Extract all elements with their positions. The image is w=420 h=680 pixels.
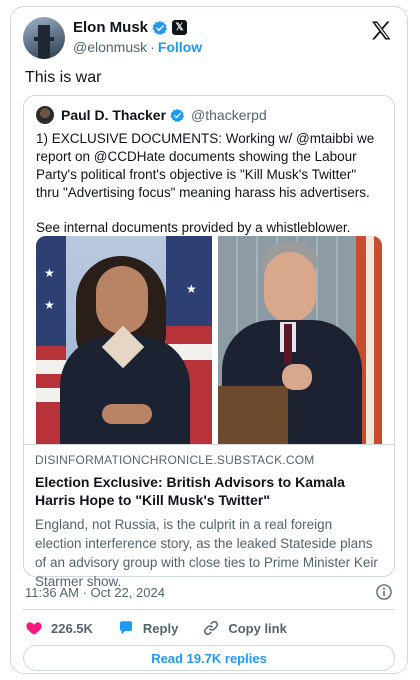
verified-badge-icon: [170, 108, 185, 122]
divider: [23, 609, 395, 610]
link-description: England, not Russia, is the culprit in a…: [35, 517, 378, 589]
tweet-card: Elon Musk 𝕏 @elonmusk · Follow This is war…: [10, 6, 408, 674]
author-name[interactable]: Elon Musk: [73, 19, 148, 36]
link-card-divider: [24, 444, 394, 445]
link-domain[interactable]: DISINFORMATIONCHRONICLE.SUBSTACK.COM: [35, 453, 314, 467]
link-chain-icon: [204, 620, 219, 636]
action-bar: 226.5K Reply Copy link: [25, 619, 311, 637]
quoted-author-handle[interactable]: @thackerpd: [191, 107, 267, 123]
author-avatar[interactable]: [23, 17, 65, 59]
reply-bubble-icon: [119, 621, 132, 635]
quoted-author-name[interactable]: Paul D. Thacker: [61, 107, 166, 123]
quoted-avatar[interactable]: [36, 106, 54, 124]
link-title[interactable]: Election Exclusive: British Advisors to …: [35, 473, 375, 509]
reply-label: Reply: [142, 620, 179, 636]
reply-button[interactable]: Reply: [117, 619, 178, 637]
author-handle[interactable]: @elonmusk: [73, 39, 147, 55]
link-preview-images[interactable]: ★ ★ ★: [36, 236, 382, 444]
photo-keir-starmer: [218, 236, 382, 444]
verified-badge-icon: [152, 20, 168, 35]
copy-link-button[interactable]: Copy link: [202, 619, 287, 637]
info-icon[interactable]: [375, 583, 393, 601]
author-handle-row: @elonmusk · Follow: [73, 39, 202, 55]
quoted-header: Paul D. Thacker @thackerpd: [36, 106, 267, 124]
photo-kamala-harris: ★ ★ ★: [36, 236, 212, 444]
like-button[interactable]: 226.5K: [25, 619, 93, 637]
like-count: 226.5K: [51, 620, 93, 636]
follow-button[interactable]: Follow: [158, 39, 202, 55]
quoted-paragraph-1: 1) EXCLUSIVE DOCUMENTS: Working w/ @mtai…: [36, 131, 375, 200]
avatar-rocket-base: [34, 37, 54, 41]
separator-dot: ·: [150, 39, 155, 55]
tweet-timestamp[interactable]: 11:36 AM · Oct 22, 2024: [25, 585, 165, 600]
heart-icon: [26, 622, 42, 635]
x-logo-icon[interactable]: [369, 19, 393, 43]
avatar-rocket-shape: [38, 25, 50, 59]
quoted-paragraph-2: See internal documents provided by a whi…: [36, 220, 351, 235]
x-affiliation-badge-icon: 𝕏: [172, 20, 188, 35]
read-replies-button[interactable]: Read 19.7K replies: [23, 645, 395, 671]
copy-link-label: Copy link: [228, 620, 287, 636]
author-name-row: Elon Musk 𝕏: [73, 19, 188, 36]
tweet-text: This is war: [25, 69, 102, 86]
